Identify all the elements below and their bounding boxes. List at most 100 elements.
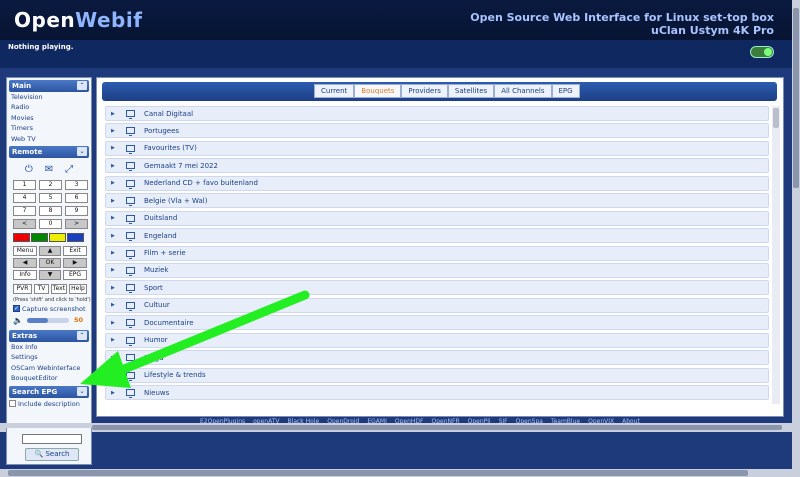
sidebar-link-timers[interactable]: Timers	[7, 123, 91, 133]
remote-nav-key[interactable]: ▶	[63, 257, 87, 268]
remote-key[interactable]: 0	[39, 218, 62, 229]
volume-slider[interactable]	[26, 317, 69, 323]
fullscreen-icon[interactable]: ⤢	[65, 164, 73, 175]
bouquet-row[interactable]: ▶ Lifestyle & trends	[105, 367, 769, 383]
remote-function-key[interactable]: PVR	[13, 283, 32, 294]
remote-key[interactable]: 7	[13, 205, 36, 216]
chevron-up-icon[interactable]: ⌃	[77, 81, 87, 90]
tab-providers[interactable]: Providers	[401, 84, 448, 98]
speaker-icon[interactable]: 🔈	[13, 316, 23, 325]
blue-key[interactable]	[67, 232, 84, 242]
sidebar-link-movies[interactable]: Movies	[7, 113, 91, 123]
bouquet-row[interactable]: ▶ Documentaire	[105, 315, 769, 331]
expand-arrow-icon[interactable]: ▶	[111, 233, 121, 239]
expand-arrow-icon[interactable]: ▶	[111, 180, 121, 186]
theme-toggle[interactable]	[750, 46, 774, 58]
expand-arrow-icon[interactable]: ▶	[111, 337, 121, 343]
remote-nav-key[interactable]: Info	[13, 269, 37, 280]
sidebar-link-radio[interactable]: Radio	[7, 102, 91, 112]
chevron-down-icon[interactable]: ⌄	[77, 386, 87, 396]
openwebif-logo[interactable]: OpenWebif	[14, 8, 142, 32]
remote-section-header[interactable]: Remote ⌄	[9, 145, 89, 158]
remote-nav-key[interactable]: ▲	[39, 245, 61, 256]
bouquet-row[interactable]: ▶ Portugees	[105, 123, 769, 139]
list-scrollbar-thumb[interactable]	[773, 108, 779, 128]
horizontal-scrollbar[interactable]	[0, 423, 792, 432]
remote-function-key[interactable]: Text	[51, 283, 67, 294]
remote-key[interactable]: >	[65, 218, 88, 229]
bouquet-row[interactable]: ▶ Film + serie	[105, 245, 769, 261]
tab-epg[interactable]: EPG	[551, 84, 580, 98]
tab-satellites[interactable]: Satellites	[447, 84, 495, 98]
bouquet-row[interactable]: ▶ Jeugd	[105, 350, 769, 366]
tab-bouquets[interactable]: Bouquets	[354, 84, 402, 98]
expand-arrow-icon[interactable]: ▶	[111, 267, 121, 273]
remote-key[interactable]: 1	[13, 179, 36, 190]
power-icon[interactable]: ⏻	[25, 164, 33, 175]
expand-arrow-icon[interactable]: ▶	[111, 372, 121, 378]
sidebar-link-settings[interactable]: Settings	[7, 352, 91, 362]
bouquet-row[interactable]: ▶ Cultuur	[105, 297, 769, 313]
remote-function-key[interactable]: Help	[69, 283, 87, 294]
remote-nav-key[interactable]: OK	[39, 257, 61, 268]
remote-key[interactable]: 2	[39, 179, 62, 190]
bouquet-row[interactable]: ▶ Duitsland	[105, 210, 769, 226]
expand-arrow-icon[interactable]: ▶	[111, 163, 121, 169]
red-key[interactable]	[13, 232, 30, 242]
remote-key[interactable]: <	[13, 218, 36, 229]
yellow-key[interactable]	[49, 232, 66, 242]
remote-nav-key[interactable]: ▼	[39, 269, 61, 280]
scrollbar-thumb[interactable]	[793, 8, 799, 188]
remote-key[interactable]: 8	[39, 205, 62, 216]
tab-current[interactable]: Current	[314, 84, 355, 98]
page-horizontal-scrollbar[interactable]	[0, 469, 792, 477]
expand-arrow-icon[interactable]: ▶	[111, 390, 121, 396]
expand-arrow-icon[interactable]: ▶	[111, 198, 121, 204]
expand-arrow-icon[interactable]: ▶	[111, 355, 121, 361]
expand-arrow-icon[interactable]: ▶	[111, 215, 121, 221]
remote-nav-key[interactable]: ◀	[13, 257, 37, 268]
remote-key[interactable]: 4	[13, 192, 36, 203]
bouquet-row[interactable]: ▶ Favourites (TV)	[105, 140, 769, 156]
bouquet-row[interactable]: ▶ Belgie (Vla + Wal)	[105, 193, 769, 209]
checkbox-icon[interactable]	[9, 400, 16, 408]
chevron-up-icon[interactable]: ⌃	[77, 330, 87, 340]
search-epg-section-header[interactable]: Search EPG ⌄	[9, 385, 89, 398]
extras-section-header[interactable]: Extras ⌃	[9, 329, 89, 342]
page-scrollbar-thumb[interactable]	[8, 470, 748, 476]
expand-arrow-icon[interactable]: ▶	[111, 250, 121, 256]
expand-arrow-icon[interactable]: ▶	[111, 302, 121, 308]
mail-icon[interactable]: ✉	[45, 164, 53, 175]
main-section-header[interactable]: Main ⌃	[9, 80, 89, 92]
sidebar-link-box-info[interactable]: Box Info	[7, 342, 91, 352]
tab-all-channels[interactable]: All Channels	[494, 84, 552, 98]
expand-arrow-icon[interactable]: ▶	[111, 285, 121, 291]
sidebar-link-television[interactable]: Television	[7, 92, 91, 102]
epg-search-input[interactable]	[22, 434, 82, 444]
bouquet-row[interactable]: ▶ Gemaakt 7 mei 2022	[105, 158, 769, 174]
search-button[interactable]: 🔍 Search	[25, 448, 79, 461]
capture-screenshot-checkbox[interactable]: ✓ Capture screenshot	[13, 305, 87, 313]
sidebar-link-bouqueteditor[interactable]: BouquetEditor	[7, 373, 91, 383]
remote-key[interactable]: 3	[65, 179, 88, 190]
bouquet-row[interactable]: ▶ Nederland CD + favo buitenland	[105, 175, 769, 191]
bouquet-row[interactable]: ▶ Humor	[105, 332, 769, 348]
remote-nav-key[interactable]: Menu	[13, 245, 37, 256]
chevron-down-icon[interactable]: ⌄	[77, 146, 87, 156]
bouquet-row[interactable]: ▶ Engeland	[105, 228, 769, 244]
remote-key[interactable]: 6	[65, 192, 88, 203]
expand-arrow-icon[interactable]: ▶	[111, 128, 121, 134]
remote-key[interactable]: 5	[39, 192, 62, 203]
expand-arrow-icon[interactable]: ▶	[111, 320, 121, 326]
sidebar-link-oscam-webinterface[interactable]: OSCam Webinterface	[7, 363, 91, 373]
expand-arrow-icon[interactable]: ▶	[111, 145, 121, 151]
horizontal-scrollbar-thumb[interactable]	[92, 425, 782, 430]
sidebar-link-web-tv[interactable]: Web TV	[7, 134, 91, 144]
bouquet-row[interactable]: ▶ Nieuws	[105, 385, 769, 400]
list-scrollbar[interactable]	[772, 106, 780, 404]
remote-function-key[interactable]: TV	[34, 283, 49, 294]
bouquet-row[interactable]: ▶ Sport	[105, 280, 769, 296]
page-vertical-scrollbar[interactable]	[792, 0, 800, 477]
green-key[interactable]	[31, 232, 48, 242]
remote-nav-key[interactable]: Exit	[63, 245, 87, 256]
